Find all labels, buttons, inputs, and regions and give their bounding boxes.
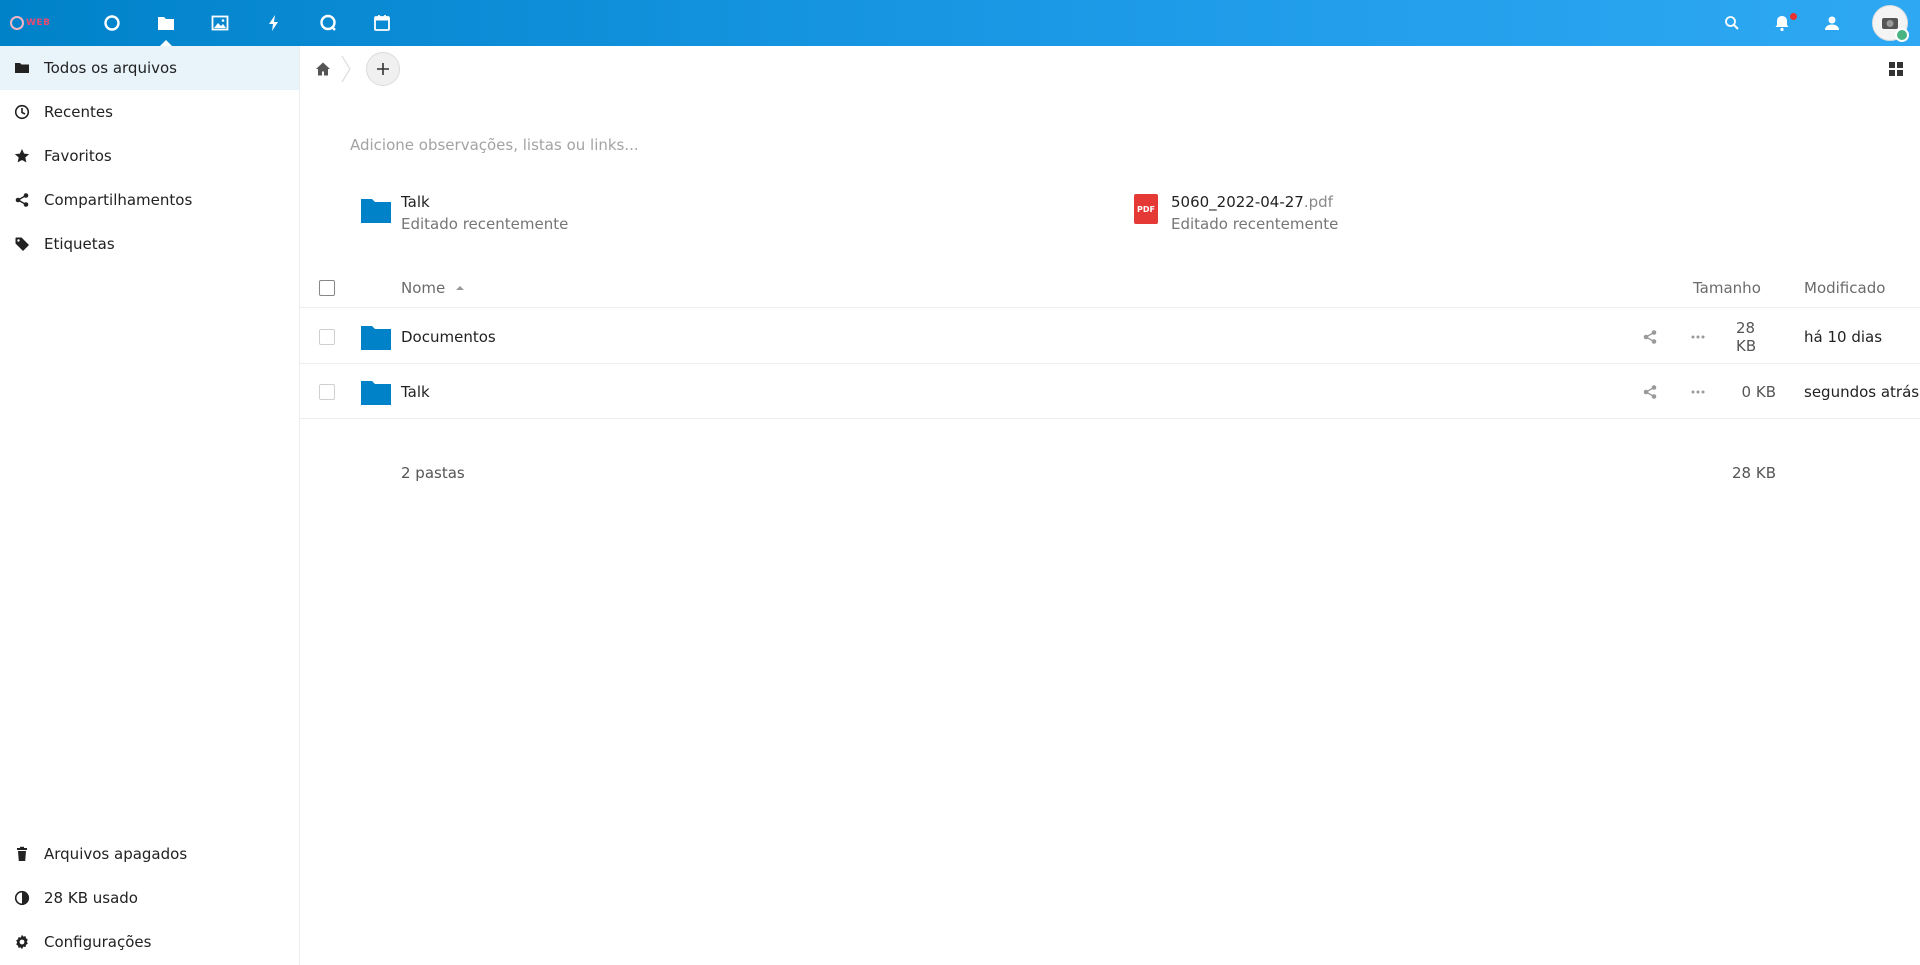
folder-icon: [361, 364, 391, 419]
sidebar-item-deleted-files[interactable]: Arquivos apagados: [0, 832, 299, 876]
sidebar-item-label: Favoritos: [44, 147, 112, 165]
sidebar: Todos os arquivos Recentes Favoritos Com…: [0, 46, 300, 965]
folder-icon: [361, 309, 391, 364]
dashboard-icon[interactable]: [86, 0, 138, 46]
avatar[interactable]: [1872, 5, 1909, 42]
quota-icon: [0, 876, 44, 920]
clock-icon: [0, 90, 44, 134]
share-icon: [0, 178, 44, 222]
recent-file-subtitle: Editado recentemente: [401, 215, 569, 233]
summary-count: 2 pastas: [401, 464, 465, 482]
notes-placeholder[interactable]: Adicione observações, listas ou links...: [350, 136, 639, 154]
table-row[interactable]: Documentos 28 KB há 10 dias: [300, 309, 1920, 364]
trash-icon: [0, 832, 44, 876]
calendar-icon[interactable]: [356, 0, 408, 46]
file-modified: há 10 dias: [1804, 327, 1883, 346]
more-actions-icon[interactable]: [1690, 309, 1706, 364]
files-icon[interactable]: [140, 0, 192, 46]
row-checkbox[interactable]: [319, 364, 335, 419]
contacts-icon[interactable]: [1807, 0, 1857, 46]
new-button[interactable]: [366, 52, 400, 86]
tag-icon: [0, 222, 44, 266]
logo-mark-icon: [10, 16, 24, 30]
sidebar-item-label: Arquivos apagados: [44, 845, 188, 863]
sidebar-item-recent[interactable]: Recentes: [0, 90, 299, 134]
main-content: Adicione observações, listas ou links...…: [300, 46, 1920, 965]
file-modified: segundos atrás: [1804, 382, 1920, 401]
recent-file-subtitle: Editado recentemente: [1171, 215, 1339, 233]
sidebar-item-label: Compartilhamentos: [44, 191, 193, 209]
logo-text: WEB: [26, 18, 51, 28]
gear-icon: [0, 920, 44, 964]
file-size: 28 KB: [1736, 318, 1757, 355]
sidebar-item-label: Configurações: [44, 933, 152, 951]
folder-icon: [361, 199, 391, 223]
share-icon[interactable]: [1642, 364, 1658, 419]
file-size: 0 KB: [1741, 382, 1776, 401]
sidebar-item-all-files[interactable]: Todos os arquivos: [0, 46, 299, 90]
photos-icon[interactable]: [194, 0, 246, 46]
share-icon[interactable]: [1642, 309, 1658, 364]
breadcrumb-home-icon[interactable]: [310, 58, 336, 80]
column-name[interactable]: Nome: [401, 268, 465, 308]
sidebar-item-label: Etiquetas: [44, 235, 115, 253]
column-size[interactable]: Tamanho: [1693, 268, 1761, 308]
grid-view-toggle[interactable]: [1886, 59, 1906, 79]
sidebar-item-label: Todos os arquivos: [44, 59, 177, 77]
notifications-icon[interactable]: [1757, 0, 1807, 46]
recent-file-talk[interactable]: Talk Editado recentemente: [361, 191, 568, 235]
column-modified[interactable]: Modificado: [1804, 268, 1885, 308]
breadcrumb-separator-icon: [341, 55, 351, 83]
star-icon: [0, 134, 44, 178]
select-all-checkbox[interactable]: [319, 268, 335, 308]
recent-file-name: 5060_2022-04-27.pdf: [1171, 193, 1333, 211]
sidebar-item-settings[interactable]: Configurações: [0, 920, 299, 964]
row-checkbox[interactable]: [319, 309, 335, 364]
notification-badge: [1790, 13, 1797, 20]
activity-icon[interactable]: [248, 0, 300, 46]
sort-asc-icon: [456, 286, 465, 290]
folder-icon: [0, 46, 44, 90]
sidebar-item-label: Recentes: [44, 103, 113, 121]
table-summary: 2 pastas 28 KB: [300, 448, 1920, 498]
search-icon[interactable]: [1707, 0, 1757, 46]
sidebar-item-shares[interactable]: Compartilhamentos: [0, 178, 299, 222]
top-header: WEB: [0, 0, 1920, 46]
sidebar-item-tags[interactable]: Etiquetas: [0, 222, 299, 266]
file-name[interactable]: Documentos: [401, 309, 496, 364]
logo[interactable]: WEB: [10, 12, 74, 34]
sidebar-item-quota: 28 KB usado: [0, 876, 299, 920]
recent-file-name: Talk: [401, 193, 430, 211]
sidebar-item-favorites[interactable]: Favoritos: [0, 134, 299, 178]
recent-file-pdf[interactable]: PDF 5060_2022-04-27.pdf Editado recentem…: [1131, 191, 1338, 235]
status-online-icon: [1895, 28, 1909, 42]
plus-icon: [377, 63, 389, 75]
file-name[interactable]: Talk: [401, 364, 430, 419]
file-table-header: Nome Tamanho Modificado: [300, 268, 1920, 308]
table-row[interactable]: Talk 0 KB segundos atrás: [300, 364, 1920, 419]
sidebar-item-label: 28 KB usado: [44, 889, 138, 907]
more-actions-icon[interactable]: [1690, 364, 1706, 419]
grid-icon: [1889, 62, 1903, 76]
talk-icon[interactable]: [302, 0, 354, 46]
summary-size: 28 KB: [1732, 464, 1776, 482]
pdf-icon: PDF: [1134, 194, 1158, 224]
